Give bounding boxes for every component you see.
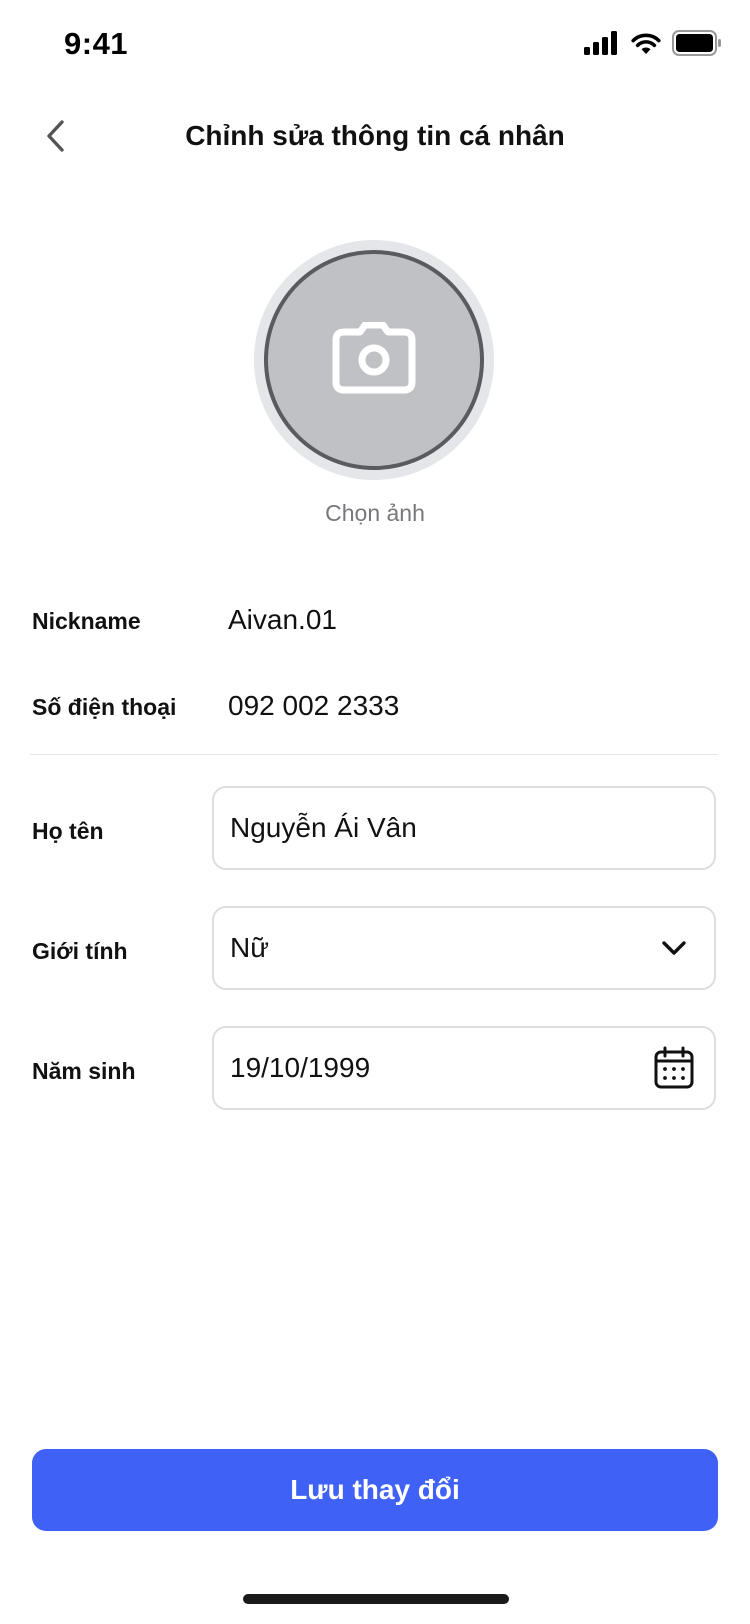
gender-value: Nữ <box>230 932 269 963</box>
birth-date-field[interactable]: 19/10/1999 <box>212 1026 716 1110</box>
birth-date-value: 19/10/1999 <box>230 1052 371 1083</box>
full-name-field[interactable] <box>212 786 716 870</box>
calendar-icon <box>653 1046 695 1095</box>
calendar-button[interactable] <box>652 1046 696 1095</box>
battery-icon <box>672 30 722 61</box>
birth-date-label: Năm sinh <box>32 1058 136 1084</box>
cellular-signal-icon <box>584 31 620 60</box>
camera-icon <box>332 321 416 399</box>
gender-dropdown-toggle[interactable] <box>652 928 696 972</box>
phone-label: Số điện thoại <box>32 694 177 720</box>
gender-select[interactable]: Nữ <box>212 906 716 990</box>
status-time: 9:41 <box>64 26 129 61</box>
nickname-label: Nickname <box>32 608 141 634</box>
phone-value: 092 002 2333 <box>228 690 400 721</box>
save-changes-button[interactable]: Lưu thay đổi <box>32 1449 718 1531</box>
page-title: Chỉnh sửa thông tin cá nhân <box>185 120 565 151</box>
full-name-input[interactable] <box>230 808 670 848</box>
nickname-value: Aivan.01 <box>228 604 337 635</box>
home-indicator <box>243 1594 509 1604</box>
gender-label: Giới tính <box>32 938 128 964</box>
status-icons <box>584 30 722 61</box>
status-bar: 9:41 <box>0 0 750 92</box>
full-name-label: Họ tên <box>32 818 104 844</box>
divider <box>30 754 718 755</box>
avatar <box>264 250 484 470</box>
wifi-icon <box>630 31 662 60</box>
avatar-picker[interactable] <box>254 240 494 480</box>
nav-bar: Chỉnh sửa thông tin cá nhân <box>0 100 750 180</box>
chevron-down-icon <box>661 939 687 962</box>
choose-photo-label[interactable]: Chọn ảnh <box>0 500 750 527</box>
